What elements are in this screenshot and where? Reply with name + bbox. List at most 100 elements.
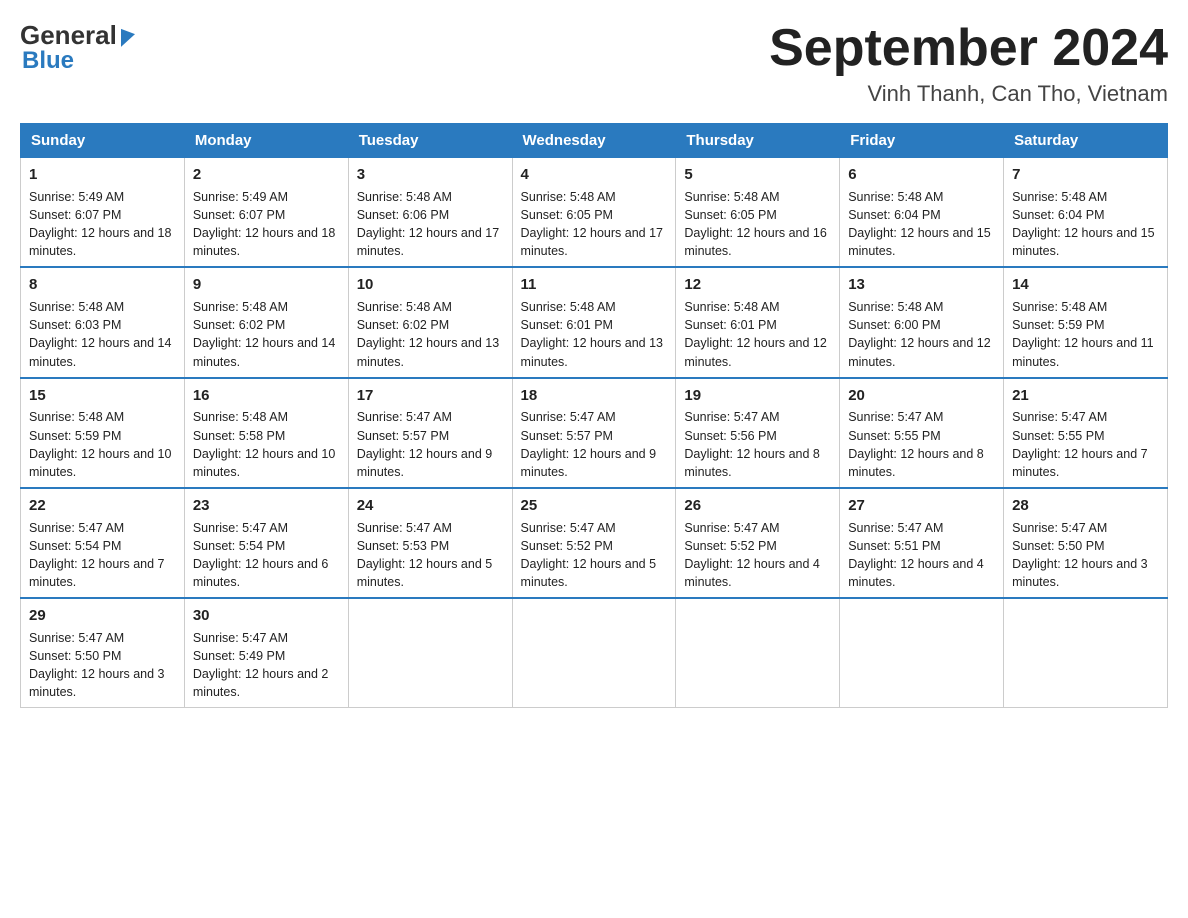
sunset-text: Sunset: 5:52 PM xyxy=(521,539,613,553)
sunset-text: Sunset: 5:56 PM xyxy=(684,429,776,443)
calendar-cell: 2Sunrise: 5:49 AMSunset: 6:07 PMDaylight… xyxy=(184,158,348,268)
sunrise-text: Sunrise: 5:48 AM xyxy=(193,300,288,314)
day-number: 16 xyxy=(193,385,340,407)
calendar-cell: 7 Sunrise: 5:48 AM Sunset: 6:04 PM Daylight… xyxy=(1004,158,1168,268)
col-header-friday: Friday xyxy=(840,124,1004,158)
sunrise-text: Sunrise: 5:47 AM xyxy=(193,521,288,535)
sunset-text: Sunset: 6:04 PM xyxy=(1012,208,1104,222)
sunrise-text: Sunrise: 5:48 AM xyxy=(357,300,452,314)
sunrise-text: Sunrise: 5:48 AM xyxy=(193,410,288,424)
sunrise-text: Sunrise: 5:49 AM xyxy=(193,190,288,204)
daylight-text: Daylight: 12 hours and 15 minutes. xyxy=(848,226,990,258)
calendar-table: SundayMondayTuesdayWednesdayThursdayFrid… xyxy=(20,123,1168,708)
calendar-cell: 28Sunrise: 5:47 AMSunset: 5:50 PMDayligh… xyxy=(1004,488,1168,598)
sunset-text: Sunset: 5:58 PM xyxy=(193,429,285,443)
daylight-text: Daylight: 12 hours and 17 minutes. xyxy=(357,226,499,258)
col-header-thursday: Thursday xyxy=(676,124,840,158)
calendar-week-row: 1 Sunrise: 5:49 AM Sunset: 6:07 PM Daylight… xyxy=(21,158,1168,268)
sunrise-text: Sunrise: 5:48 AM xyxy=(848,190,943,204)
sunrise-text: Sunrise: 5:47 AM xyxy=(848,410,943,424)
sunrise-text: Sunrise: 5:49 AM xyxy=(29,190,124,204)
day-number: 1 xyxy=(29,164,176,186)
sunset-text: Sunset: 6:05 PM xyxy=(684,208,776,222)
daylight-text: Daylight: 12 hours and 15 minutes. xyxy=(1012,226,1154,258)
day-number: 23 xyxy=(193,495,340,517)
sunrise-text: Sunrise: 5:47 AM xyxy=(29,521,124,535)
calendar-cell: 24Sunrise: 5:47 AMSunset: 5:53 PMDayligh… xyxy=(348,488,512,598)
daylight-text: Daylight: 12 hours and 8 minutes. xyxy=(848,447,984,479)
day-number: 11 xyxy=(521,274,668,296)
calendar-cell: 21Sunrise: 5:47 AMSunset: 5:55 PMDayligh… xyxy=(1004,378,1168,488)
calendar-cell xyxy=(676,598,840,708)
daylight-text: Daylight: 12 hours and 13 minutes. xyxy=(521,336,663,368)
calendar-week-row: 15 Sunrise: 5:48 AM Sunset: 5:59 PM Dayligh… xyxy=(21,378,1168,488)
sunset-text: Sunset: 5:51 PM xyxy=(848,539,940,553)
logo-blue-text: Blue xyxy=(20,47,135,75)
sunset-text: Sunset: 6:01 PM xyxy=(684,318,776,332)
title-area: September 2024 Vinh Thanh, Can Tho, Viet… xyxy=(769,20,1168,107)
daylight-text: Daylight: 12 hours and 13 minutes. xyxy=(357,336,499,368)
day-number: 20 xyxy=(848,385,995,407)
calendar-cell: 6Sunrise: 5:48 AMSunset: 6:04 PMDaylight… xyxy=(840,158,1004,268)
day-number: 12 xyxy=(684,274,831,296)
sunset-text: Sunset: 6:00 PM xyxy=(848,318,940,332)
col-header-sunday: Sunday xyxy=(21,124,185,158)
sunset-text: Sunset: 5:55 PM xyxy=(1012,429,1104,443)
col-header-monday: Monday xyxy=(184,124,348,158)
calendar-cell: 4Sunrise: 5:48 AMSunset: 6:05 PMDaylight… xyxy=(512,158,676,268)
calendar-cell: 5Sunrise: 5:48 AMSunset: 6:05 PMDaylight… xyxy=(676,158,840,268)
calendar-cell: 14Sunrise: 5:48 AMSunset: 5:59 PMDayligh… xyxy=(1004,267,1168,377)
sunrise-text: Sunrise: 5:48 AM xyxy=(29,410,124,424)
daylight-text: Daylight: 12 hours and 8 minutes. xyxy=(684,447,820,479)
sunrise-text: Sunrise: 5:48 AM xyxy=(521,300,616,314)
day-number: 26 xyxy=(684,495,831,517)
sunrise-text: Sunrise: 5:47 AM xyxy=(521,410,616,424)
calendar-cell xyxy=(512,598,676,708)
day-number: 13 xyxy=(848,274,995,296)
sunrise-text: Sunrise: 5:47 AM xyxy=(684,410,779,424)
day-number: 5 xyxy=(684,164,831,186)
sunset-text: Sunset: 6:07 PM xyxy=(29,208,121,222)
daylight-text: Daylight: 12 hours and 14 minutes. xyxy=(29,336,171,368)
calendar-cell: 18Sunrise: 5:47 AMSunset: 5:57 PMDayligh… xyxy=(512,378,676,488)
sunrise-text: Sunrise: 5:48 AM xyxy=(684,300,779,314)
daylight-text: Daylight: 12 hours and 9 minutes. xyxy=(357,447,493,479)
day-number: 4 xyxy=(521,164,668,186)
calendar-cell: 30Sunrise: 5:47 AMSunset: 5:49 PMDayligh… xyxy=(184,598,348,708)
calendar-cell: 12Sunrise: 5:48 AMSunset: 6:01 PMDayligh… xyxy=(676,267,840,377)
daylight-text: Daylight: 12 hours and 10 minutes. xyxy=(193,447,335,479)
daylight-text: Daylight: 12 hours and 12 minutes. xyxy=(848,336,990,368)
page-header: General Blue September 2024 Vinh Thanh, … xyxy=(20,20,1168,107)
calendar-cell: 15Sunrise: 5:48 AMSunset: 5:59 PMDayligh… xyxy=(21,378,185,488)
sunrise-text: Sunrise: 5:48 AM xyxy=(1012,190,1107,204)
day-number: 3 xyxy=(357,164,504,186)
sunrise-text: Sunrise: 5:47 AM xyxy=(1012,521,1107,535)
sunrise-text: Sunrise: 5:48 AM xyxy=(521,190,616,204)
logo-arrow-icon xyxy=(121,25,135,47)
daylight-text: Daylight: 12 hours and 2 minutes. xyxy=(193,667,329,699)
day-number: 24 xyxy=(357,495,504,517)
sunrise-text: Sunrise: 5:47 AM xyxy=(521,521,616,535)
sunrise-text: Sunrise: 5:47 AM xyxy=(357,410,452,424)
sunset-text: Sunset: 5:52 PM xyxy=(684,539,776,553)
day-number: 17 xyxy=(357,385,504,407)
day-number: 7 xyxy=(1012,164,1159,186)
sunset-text: Sunset: 6:04 PM xyxy=(848,208,940,222)
daylight-text: Daylight: 12 hours and 5 minutes. xyxy=(357,557,493,589)
sunset-text: Sunset: 5:55 PM xyxy=(848,429,940,443)
calendar-cell xyxy=(348,598,512,708)
calendar-cell: 23Sunrise: 5:47 AMSunset: 5:54 PMDayligh… xyxy=(184,488,348,598)
sunset-text: Sunset: 6:02 PM xyxy=(193,318,285,332)
day-number: 27 xyxy=(848,495,995,517)
day-number: 15 xyxy=(29,385,176,407)
daylight-text: Daylight: 12 hours and 7 minutes. xyxy=(1012,447,1148,479)
sunset-text: Sunset: 5:59 PM xyxy=(29,429,121,443)
day-number: 8 xyxy=(29,274,176,296)
daylight-text: Daylight: 12 hours and 16 minutes. xyxy=(684,226,826,258)
day-number: 22 xyxy=(29,495,176,517)
col-header-saturday: Saturday xyxy=(1004,124,1168,158)
daylight-text: Daylight: 12 hours and 14 minutes. xyxy=(193,336,335,368)
daylight-text: Daylight: 12 hours and 11 minutes. xyxy=(1012,336,1154,368)
calendar-cell: 25Sunrise: 5:47 AMSunset: 5:52 PMDayligh… xyxy=(512,488,676,598)
sunset-text: Sunset: 5:57 PM xyxy=(357,429,449,443)
